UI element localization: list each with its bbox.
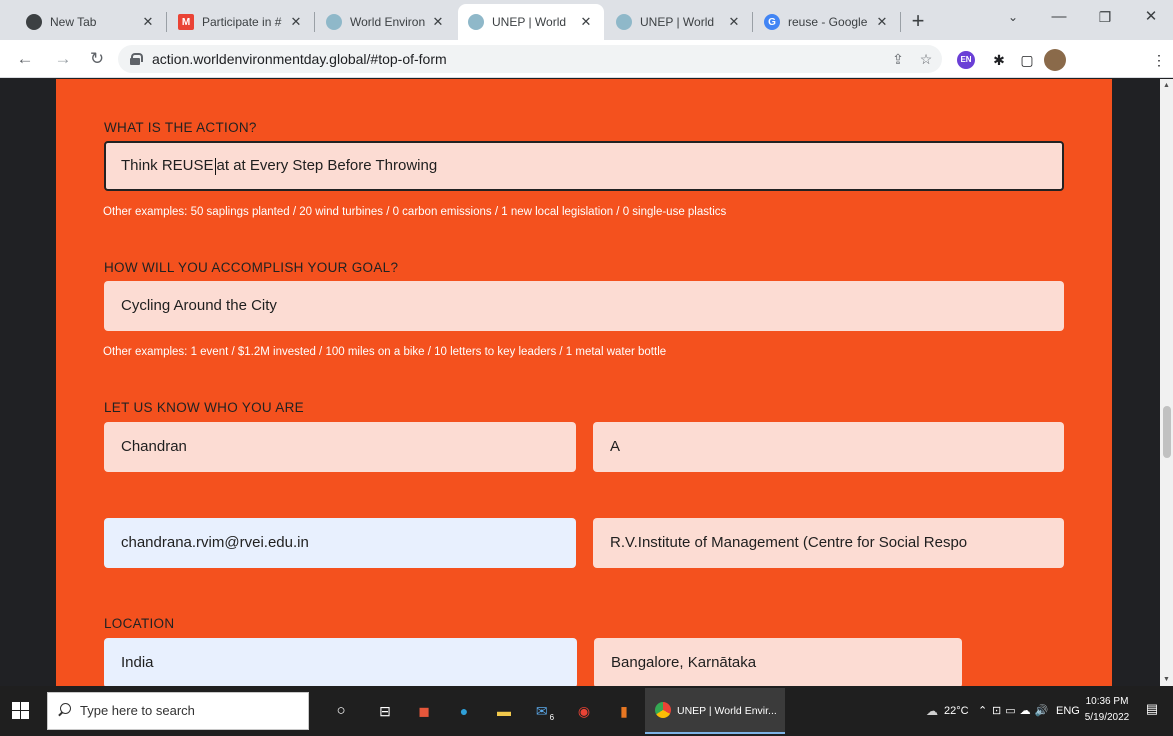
first-name-input[interactable]: Chandran bbox=[104, 422, 576, 472]
tab-title: World Environ bbox=[350, 15, 426, 29]
tab-title: UNEP | World bbox=[640, 15, 715, 29]
tab-separator bbox=[314, 12, 315, 32]
unep-icon bbox=[468, 14, 484, 30]
tab-world-environment[interactable]: World Environ ✕ bbox=[316, 4, 456, 40]
tray-chevron-icon[interactable]: ⌃ bbox=[978, 686, 987, 736]
taskbar-active-window[interactable]: UNEP | World Envir... bbox=[645, 688, 785, 734]
action-text: at at Every Step Before Throwing bbox=[216, 157, 438, 174]
cortana-icon[interactable]: ○ bbox=[328, 698, 354, 724]
language-extension-icon[interactable]: EN bbox=[957, 51, 975, 69]
profile-avatar[interactable] bbox=[1044, 49, 1066, 71]
address-bar[interactable]: action.worldenvironmentday.global/#top-o… bbox=[118, 45, 942, 73]
chrome-taskbar-icon[interactable]: ◉ bbox=[571, 698, 597, 724]
tab-participate[interactable]: M Participate in # ✕ bbox=[168, 4, 314, 40]
country-input[interactable]: India bbox=[104, 638, 577, 686]
office-icon[interactable]: ▮ bbox=[611, 698, 637, 724]
tab-title: UNEP | World bbox=[492, 15, 567, 29]
location-label: LOCATION bbox=[104, 616, 175, 631]
mail-badge: 6 bbox=[549, 713, 555, 722]
search-icon bbox=[57, 703, 71, 717]
restore-icon[interactable]: ❐ bbox=[1082, 0, 1128, 34]
chrome-icon bbox=[655, 702, 671, 718]
file-explorer-icon[interactable]: ▬ bbox=[491, 698, 517, 724]
close-icon[interactable]: ✕ bbox=[430, 14, 446, 30]
page-scrollbar[interactable] bbox=[1160, 79, 1173, 686]
extensions-puzzle-icon[interactable]: ✱ bbox=[988, 49, 1010, 71]
search-placeholder: Type here to search bbox=[80, 703, 195, 718]
scroll-down-arrow[interactable]: ▼ bbox=[1160, 673, 1173, 686]
tab-separator bbox=[166, 12, 167, 32]
email-input[interactable]: chandrana.rvim@rvei.edu.in bbox=[104, 518, 576, 568]
lock-icon bbox=[130, 53, 143, 65]
unep-icon bbox=[616, 14, 632, 30]
action-input[interactable]: Think REUSE at at Every Step Before Throw… bbox=[104, 141, 1064, 191]
active-window-title: UNEP | World Envir... bbox=[677, 705, 777, 717]
action-text: Think REUSE bbox=[121, 157, 214, 174]
last-name-input[interactable]: A bbox=[593, 422, 1064, 472]
action-hint: Other examples: 50 saplings planted / 20… bbox=[103, 206, 727, 218]
side-panel-icon[interactable]: ▢ bbox=[1016, 49, 1038, 71]
system-clock[interactable]: 10:36 PM 5/19/2022 bbox=[1082, 694, 1132, 726]
menu-kebab-icon[interactable]: ⋮ bbox=[1148, 49, 1170, 71]
taskbar-search-box[interactable]: Type here to search bbox=[47, 692, 309, 730]
close-icon[interactable]: ✕ bbox=[140, 14, 156, 30]
windows-start-icon[interactable] bbox=[12, 702, 30, 720]
tab-search-icon[interactable]: ⌄ bbox=[990, 0, 1036, 34]
notifications-icon[interactable]: ▤ bbox=[1143, 701, 1161, 719]
reload-icon[interactable]: ↻ bbox=[84, 46, 110, 72]
office-app-icon[interactable]: ◼ bbox=[411, 698, 437, 724]
browser-toolbar: ← → ↻ action.worldenvironmentday.global/… bbox=[0, 40, 1173, 78]
gmail-icon: M bbox=[178, 14, 194, 30]
clock-date: 5/19/2022 bbox=[1084, 712, 1130, 723]
text-caret bbox=[214, 157, 216, 175]
action-form-panel: WHAT IS THE ACTION? Think REUSE at at Eve… bbox=[56, 79, 1112, 686]
action-label: WHAT IS THE ACTION? bbox=[104, 120, 257, 135]
edge-icon[interactable]: ● bbox=[451, 698, 477, 724]
weather-cloud-icon[interactable]: ☁ bbox=[926, 686, 938, 736]
forward-icon[interactable]: → bbox=[50, 46, 76, 72]
organization-input[interactable]: R.V.Institute of Management (Centre for … bbox=[593, 518, 1064, 568]
new-tab-button[interactable]: + bbox=[904, 8, 932, 36]
minimize-icon[interactable]: — bbox=[1036, 0, 1082, 34]
tab-unep[interactable]: UNEP | World ✕ bbox=[606, 4, 752, 40]
close-icon[interactable]: ✕ bbox=[874, 14, 890, 30]
tab-unep-active[interactable]: UNEP | World ✕ bbox=[458, 4, 604, 40]
scroll-thumb[interactable] bbox=[1163, 406, 1171, 458]
back-icon[interactable]: ← bbox=[12, 46, 38, 72]
bookmark-star-icon[interactable]: ☆ bbox=[916, 49, 936, 69]
mail-icon[interactable]: ✉ 6 bbox=[531, 698, 557, 724]
tab-separator bbox=[752, 12, 753, 32]
who-label: LET US KNOW WHO YOU ARE bbox=[104, 400, 304, 415]
task-view-icon[interactable]: ⊟ bbox=[372, 698, 398, 724]
tab-new-tab[interactable]: New Tab ✕ bbox=[16, 4, 166, 40]
tray-status-icons[interactable]: ⊡▭☁🔊 bbox=[992, 686, 1052, 736]
url-text: action.worldenvironmentday.global/#top-o… bbox=[152, 51, 447, 67]
windows-taskbar: Type here to search ○ ⊟ ◼ ● ▬ ✉ 6 ◉ ▮ UNE… bbox=[0, 686, 1173, 736]
unep-icon bbox=[326, 14, 342, 30]
tab-title: New Tab bbox=[50, 15, 97, 29]
weather-temperature[interactable]: 22°C bbox=[944, 686, 969, 736]
scroll-up-arrow[interactable]: ▲ bbox=[1160, 79, 1173, 92]
tab-strip: New Tab ✕ M Participate in # ✕ World Env… bbox=[0, 0, 1173, 40]
chrome-icon bbox=[26, 14, 42, 30]
close-icon[interactable]: ✕ bbox=[288, 14, 304, 30]
goal-label: HOW WILL YOU ACCOMPLISH YOUR GOAL? bbox=[104, 260, 399, 275]
google-icon: G bbox=[764, 14, 780, 30]
page-viewport: WHAT IS THE ACTION? Think REUSE at at Eve… bbox=[0, 79, 1173, 686]
tab-title: reuse - Google bbox=[788, 15, 868, 29]
goal-input[interactable]: Cycling Around the City bbox=[104, 281, 1064, 331]
share-icon[interactable]: ⇪ bbox=[888, 49, 908, 69]
close-icon[interactable]: ✕ bbox=[578, 14, 594, 30]
tab-separator bbox=[900, 12, 901, 32]
goal-hint: Other examples: 1 event / $1.2M invested… bbox=[103, 346, 667, 358]
close-window-icon[interactable]: ✕ bbox=[1128, 0, 1173, 34]
city-input[interactable]: Bangalore, Karnātaka bbox=[594, 638, 962, 686]
tab-google-reuse[interactable]: G reuse - Google ✕ bbox=[754, 4, 900, 40]
clock-time: 10:36 PM bbox=[1085, 696, 1129, 707]
close-icon[interactable]: ✕ bbox=[726, 14, 742, 30]
language-indicator[interactable]: ENG bbox=[1056, 686, 1080, 736]
tab-title: Participate in # bbox=[202, 15, 282, 29]
